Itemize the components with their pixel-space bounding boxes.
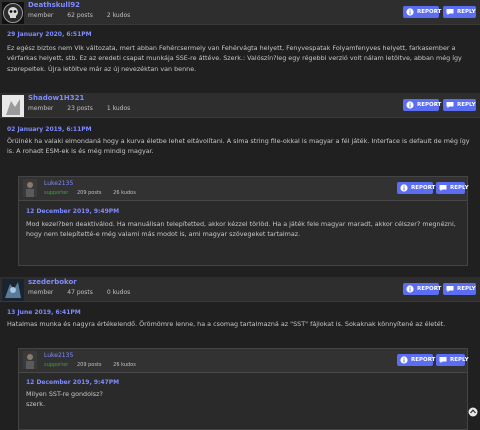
- user-rank: member: [28, 289, 53, 296]
- user-rank: member: [28, 105, 53, 112]
- chat-bubble-icon: [446, 285, 454, 293]
- avatar[interactable]: [2, 279, 24, 301]
- post-count: 23 posts: [67, 105, 93, 112]
- avatar[interactable]: [23, 351, 37, 369]
- info-icon: [406, 8, 414, 16]
- post-date: 29 January 2020, 6:51PM: [7, 31, 92, 38]
- username-link[interactable]: Shadow1H321: [28, 94, 84, 102]
- chat-bubble-icon: [446, 101, 454, 109]
- quote-date: 12 December 2019, 9:47PM: [26, 379, 119, 386]
- reply-button[interactable]: REPLY: [443, 283, 476, 295]
- post-text: Ez egész biztos nem Vik változata, mert …: [7, 43, 473, 74]
- username-link[interactable]: Deathskull92: [28, 1, 80, 9]
- reply-button[interactable]: REPLY: [436, 182, 465, 194]
- kudos-count: 1 kudos: [107, 105, 130, 112]
- info-icon: [406, 101, 414, 109]
- report-button[interactable]: REPORT: [397, 182, 433, 194]
- quoted-reply: Luke2135 supporter 209 posts 26 kudos RE…: [18, 348, 468, 430]
- kudos-count: 0 kudos: [107, 289, 130, 296]
- report-button[interactable]: REPORT: [397, 354, 433, 366]
- username-link[interactable]: szederbokor: [28, 278, 77, 286]
- chat-bubble-icon: [439, 184, 447, 192]
- avatar[interactable]: [2, 2, 24, 24]
- post-count: 47 posts: [67, 289, 93, 296]
- quote-text-line: Milyen SST-re gondolsz?: [26, 389, 460, 399]
- post-count: 209 posts: [77, 190, 102, 196]
- reply-label: REPLY: [450, 357, 469, 363]
- post-text: Örülnék ha valaki elmondaná hogy a kurva…: [7, 136, 473, 157]
- user-meta: member 47 posts 0 kudos: [28, 289, 142, 296]
- chat-bubble-icon: [439, 356, 447, 364]
- quote-date: 12 December 2019, 9:49PM: [26, 208, 119, 215]
- quote-header: Luke2135 supporter 209 posts 26 kudos RE…: [19, 349, 467, 373]
- reply-label: REPLY: [457, 286, 476, 292]
- info-icon: [400, 356, 408, 364]
- report-button[interactable]: REPORT: [403, 283, 439, 295]
- report-button[interactable]: REPORT: [403, 6, 439, 18]
- post-header: Shadow1H321 member 23 posts 1 kudos REPO…: [0, 93, 480, 118]
- user-rank: member: [28, 12, 53, 19]
- quoted-reply: Luke2135 supporter 209 posts 26 kudos RE…: [18, 176, 468, 266]
- post-text: Hatalmas munka és nagyra értékelendő. Ör…: [7, 319, 473, 329]
- kudos-count: 26 kudos: [113, 190, 136, 196]
- report-label: REPORT: [411, 185, 435, 191]
- reply-button[interactable]: REPLY: [436, 354, 465, 366]
- kudos-count: 2 kudos: [107, 12, 130, 19]
- report-label: REPORT: [417, 102, 441, 108]
- user-meta: 209 posts 26 kudos: [77, 362, 146, 368]
- post-header: szederbokor member 47 posts 0 kudos REPO…: [0, 277, 480, 302]
- report-label: REPORT: [411, 357, 435, 363]
- avatar[interactable]: [2, 95, 24, 117]
- scroll-up-arrow-icon[interactable]: [468, 407, 478, 417]
- post-count: 209 posts: [77, 362, 102, 368]
- reply-label: REPLY: [450, 185, 469, 191]
- user-meta: 209 posts 26 kudos: [77, 190, 146, 196]
- avatar[interactable]: [23, 179, 37, 197]
- chat-bubble-icon: [446, 8, 454, 16]
- report-label: REPORT: [417, 286, 441, 292]
- report-label: REPORT: [417, 9, 441, 15]
- post-header: Deathskull92 member 62 posts 2 kudos REP…: [0, 0, 480, 25]
- user-meta: member 62 posts 2 kudos: [28, 12, 142, 19]
- reply-label: REPLY: [457, 9, 476, 15]
- post-date: 02 January 2019, 6:11PM: [7, 126, 92, 133]
- reply-button[interactable]: REPLY: [443, 99, 476, 111]
- username-link[interactable]: Luke2135: [44, 180, 73, 187]
- quote-text-line: szerk.: [26, 399, 460, 409]
- post-count: 62 posts: [67, 12, 93, 19]
- info-icon: [406, 285, 414, 293]
- reply-button[interactable]: REPLY: [443, 6, 476, 18]
- quote-text: Mod kezel?ben deaktiválod. Ha manuálisan…: [26, 219, 460, 240]
- info-icon: [400, 184, 408, 192]
- user-rank: supporter: [44, 362, 68, 368]
- quote-header: Luke2135 supporter 209 posts 26 kudos RE…: [19, 177, 467, 201]
- report-button[interactable]: REPORT: [403, 99, 439, 111]
- user-rank: supporter: [44, 190, 68, 196]
- post-date: 13 June 2019, 6:41PM: [7, 309, 81, 316]
- user-meta: member 23 posts 1 kudos: [28, 105, 142, 112]
- reply-label: REPLY: [457, 102, 476, 108]
- kudos-count: 26 kudos: [113, 362, 136, 368]
- username-link[interactable]: Luke2135: [44, 352, 73, 359]
